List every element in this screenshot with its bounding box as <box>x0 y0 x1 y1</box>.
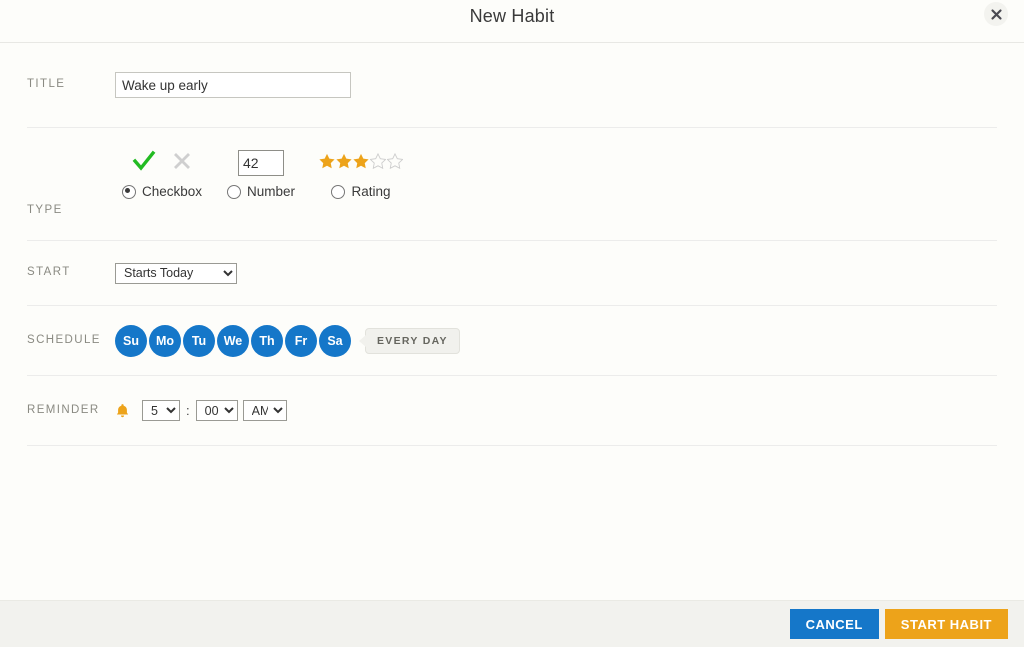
every-day-badge: EVERY DAY <box>359 327 460 354</box>
dialog-header: New Habit <box>0 0 1024 43</box>
radio-number[interactable] <box>226 184 241 199</box>
star-icon-empty-4 <box>369 152 387 174</box>
day-toggle-fr[interactable]: Fr <box>285 324 317 357</box>
number-type-glyph <box>238 142 284 184</box>
close-icon <box>990 8 1003 21</box>
day-toggle-sa[interactable]: Sa <box>319 324 351 357</box>
day-toggle-tu[interactable]: Tu <box>183 324 215 357</box>
checkbox-type-glyph <box>132 142 192 184</box>
reminder-minute-select[interactable]: 00 <box>195 400 238 421</box>
schedule-row-label: SCHEDULE <box>27 333 101 346</box>
day-toggle-su[interactable]: Su <box>115 324 147 357</box>
star-icon-filled-1 <box>319 153 335 174</box>
title-row-label: TITLE <box>27 78 66 90</box>
radio-rating[interactable] <box>331 184 346 199</box>
number-sample-input[interactable] <box>238 150 284 176</box>
reminder-meridiem-select[interactable]: AM <box>242 400 287 421</box>
schedule-row: SCHEDULE Su Mo Tu We Th Fr Sa EVERY DAY <box>27 306 997 376</box>
star-icon-filled-2 <box>336 153 352 174</box>
cross-icon <box>172 151 192 176</box>
star-icon-filled-3 <box>353 153 369 174</box>
start-row: START Starts Today <box>27 241 997 306</box>
rating-type-glyph <box>319 142 404 184</box>
page-title: New Habit <box>469 6 555 26</box>
dialog-footer: CANCEL START HABIT <box>0 600 1024 647</box>
radio-checkbox[interactable] <box>121 184 136 199</box>
type-option-number-label: Number <box>246 184 295 199</box>
type-option-rating-label: Rating <box>351 184 391 199</box>
type-option-checkbox-label: Checkbox <box>141 184 203 199</box>
cancel-button[interactable]: CANCEL <box>789 609 879 639</box>
day-toggle-th[interactable]: Th <box>251 324 283 357</box>
close-button[interactable] <box>984 2 1008 26</box>
check-icon <box>132 150 156 177</box>
day-toggle-mo[interactable]: Mo <box>149 324 181 357</box>
start-select[interactable]: Starts Today <box>115 262 237 284</box>
type-option-rating[interactable]: Rating <box>313 142 409 199</box>
time-separator: : <box>186 403 190 418</box>
type-row: TYPE Checkbox 42 Number Rating <box>27 128 997 241</box>
reminder-row-label: REMINDER <box>27 403 100 416</box>
start-habit-button[interactable]: START HABIT <box>884 609 1008 639</box>
reminder-controls: 5 : 00 AM <box>115 400 287 421</box>
title-row: TITLE <box>27 43 997 128</box>
bell-icon[interactable] <box>115 403 130 419</box>
day-toggle-we[interactable]: We <box>217 324 249 357</box>
reminder-row: REMINDER 5 : 00 AM <box>27 376 997 446</box>
type-options: Checkbox Number <box>115 128 409 199</box>
type-row-label: TYPE <box>27 204 63 216</box>
reminder-hour-select[interactable]: 5 <box>142 400 180 421</box>
weekday-selector: Su Mo Tu We Th Fr Sa EVERY DAY <box>115 324 460 357</box>
start-row-label: START <box>27 266 71 278</box>
star-icon-empty-5 <box>386 152 404 174</box>
type-option-number[interactable]: Number <box>209 142 313 199</box>
star-rating <box>319 152 404 174</box>
type-option-checkbox[interactable]: Checkbox <box>115 142 209 199</box>
title-input[interactable] <box>115 72 351 98</box>
dialog-body: TITLE TYPE <box>0 43 1024 600</box>
